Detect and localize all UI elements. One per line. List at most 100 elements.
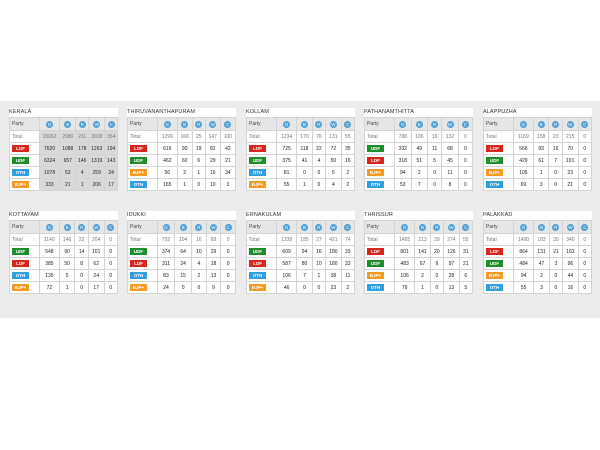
column-badge-c: C <box>224 223 232 231</box>
seat-count: 2 <box>340 281 356 294</box>
seat-count: 35 <box>340 142 356 155</box>
column-header: W <box>441 117 459 131</box>
district-title: ALAPPUZHA <box>483 109 517 115</box>
district-card-kollam: KOLLAM Party G B R W C Total 1234 170 76 131 55 LDF 72… <box>246 108 356 191</box>
column-header: B <box>176 117 193 131</box>
seat-count: 16 <box>311 245 327 258</box>
seat-count: 0 <box>220 281 236 294</box>
column-badge-r: R <box>433 223 441 231</box>
total-value: 27 <box>311 233 327 246</box>
seat-count: 1 <box>75 178 90 191</box>
party-cell: UDF <box>246 245 277 258</box>
party-row: UDF 462 60 6 29 21 <box>127 154 237 167</box>
seat-count: 609 <box>275 245 298 258</box>
seat-count: 0 <box>457 154 474 167</box>
seat-count: 1 <box>58 281 76 294</box>
total-value: 147 <box>204 130 221 143</box>
seat-count: 15 <box>174 269 193 282</box>
party-row: BJP+ 56 2 1 16 34 <box>127 166 237 179</box>
column-badge-w: W <box>329 223 337 231</box>
column-badge-r: R <box>195 120 203 128</box>
total-value: 23 <box>548 130 563 143</box>
total-label: Total <box>127 130 158 143</box>
party-row: OTH 135 5 0 24 0 <box>9 269 119 282</box>
table-header: Party G B R W C <box>483 220 593 234</box>
total-value: 131 <box>325 130 342 143</box>
seat-count: 8 <box>74 257 89 270</box>
column-badge-r: R <box>552 120 560 128</box>
party-badge: BJP+ <box>486 272 503 279</box>
party-row: BJP+ 72 1 0 17 0 <box>9 281 119 294</box>
total-row: Total 1169 158 23 215 0 <box>483 130 593 143</box>
seat-count: 17 <box>104 178 118 191</box>
seat-count: 6324 <box>38 154 61 167</box>
seat-count: 194 <box>104 142 118 155</box>
party-badge: UDF <box>12 248 29 255</box>
seat-count: 55 <box>512 281 535 294</box>
total-value: 55 <box>458 233 474 246</box>
seat-count: 0 <box>577 281 593 294</box>
column-badge-w: W <box>566 223 574 231</box>
seat-count: 3 <box>548 257 564 270</box>
party-badge: UDF <box>486 157 503 164</box>
results-table: Party G B R W C Total 788 106 16 132 0 UDF 332 49 11 68 0… <box>364 117 474 191</box>
party-cell: OTH <box>246 269 277 282</box>
results-table: Party G B R W C Total 1169 158 23 215 0 LDF 566 93 16 70… <box>483 117 593 191</box>
total-value: 69 <box>205 233 222 246</box>
column-badge-c: C <box>344 120 352 128</box>
seat-count: 106 <box>275 269 298 282</box>
seat-count: 259 <box>88 166 106 179</box>
district-results-panel: KERALA Party G B R W C Total 15062 2080 211 3028 354… <box>0 101 600 318</box>
seat-count: 4 <box>191 257 207 270</box>
total-value: 0 <box>577 130 593 143</box>
party-badge: BJP+ <box>249 284 266 291</box>
party-badge: BJP+ <box>12 181 29 188</box>
seat-count: 21 <box>59 178 77 191</box>
seat-count: 50 <box>325 154 342 167</box>
column-header: R <box>427 117 443 131</box>
total-label: Total <box>483 130 514 143</box>
column-header: R <box>191 220 207 234</box>
seat-count: 21 <box>548 245 564 258</box>
party-cell: LDF <box>483 142 514 155</box>
seat-count: 69 <box>513 178 534 191</box>
total-value: 74 <box>340 233 356 246</box>
total-value: 215 <box>561 130 579 143</box>
seat-count: 45 <box>441 154 459 167</box>
seat-count: 24 <box>174 257 193 270</box>
total-value: 204 <box>87 233 105 246</box>
total-label: Total <box>9 233 40 246</box>
seat-count: 83 <box>156 269 176 282</box>
seat-count: 53 <box>394 178 412 191</box>
column-header: C <box>577 117 593 131</box>
seat-count: 1 <box>414 281 431 294</box>
total-value: 2080 <box>59 130 77 143</box>
party-row: OTH 53 7 0 8 0 <box>364 178 474 191</box>
total-row: Total 1299 166 25 147 100 <box>127 130 237 143</box>
seat-count: 5 <box>427 154 443 167</box>
total-value: 30 <box>548 233 564 246</box>
seat-count: 0 <box>427 166 443 179</box>
total-value: 1234 <box>275 130 298 143</box>
table-header: Party G B R W C <box>364 117 474 131</box>
seat-count: 24 <box>104 166 118 179</box>
column-header: R <box>75 117 90 131</box>
party-column-header: Party <box>483 220 514 234</box>
party-row: BJP+ 46 0 0 23 2 <box>246 281 356 294</box>
seat-count: 0 <box>74 269 89 282</box>
seat-count: 2 <box>176 166 193 179</box>
seat-count: 1 <box>191 166 206 179</box>
seat-count: 19 <box>191 142 206 155</box>
party-cell: BJP+ <box>483 166 514 179</box>
table-header: Party G B R W C <box>127 117 237 131</box>
seat-count: 2 <box>410 166 429 179</box>
seat-count: 34 <box>219 166 237 179</box>
party-cell: OTH <box>246 166 277 179</box>
seat-count: 0 <box>103 245 119 258</box>
column-header: C <box>457 117 474 131</box>
table-header: Party G B R W C <box>246 117 356 131</box>
seat-count: 29 <box>205 245 222 258</box>
party-row: OTH 165 1 0 10 3 <box>127 178 237 191</box>
seat-count: 1 <box>532 166 550 179</box>
party-badge: UDF <box>249 157 266 164</box>
